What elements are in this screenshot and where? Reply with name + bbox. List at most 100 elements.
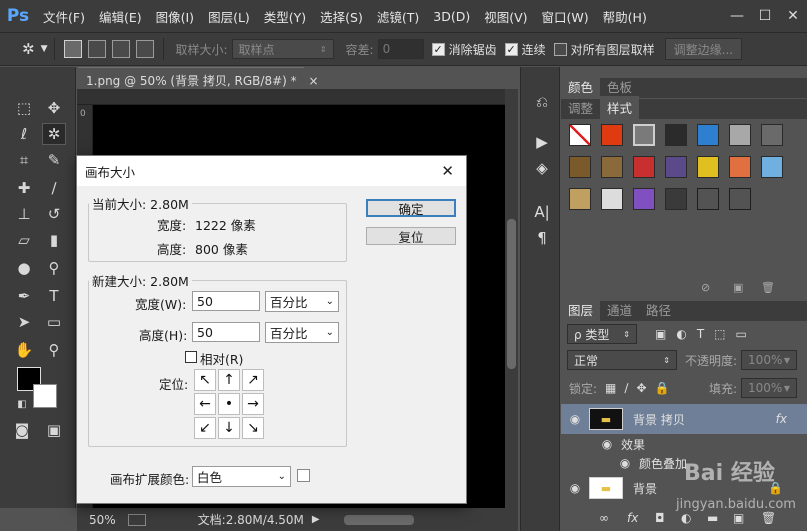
hand-tool-icon[interactable]: ✋: [12, 339, 36, 361]
ok-button[interactable]: 确定: [366, 199, 456, 217]
history-panel-icon[interactable]: ⎌: [531, 91, 553, 113]
lock-transparent-icon[interactable]: ▦: [605, 381, 616, 395]
tab-paths[interactable]: 路径: [639, 298, 678, 321]
opacity-select[interactable]: 100% ▼: [741, 350, 798, 370]
style-swatch[interactable]: [569, 156, 591, 178]
status-arrow-icon[interactable]: ▶: [312, 514, 320, 525]
tab-styles[interactable]: 样式: [600, 96, 640, 119]
type-tool-icon[interactable]: T: [42, 285, 66, 307]
subtract-selection-button[interactable]: [111, 40, 130, 58]
new-adjustment-icon[interactable]: ◐: [681, 511, 691, 525]
anchor-right[interactable]: →: [242, 393, 264, 415]
add-style-icon[interactable]: fx: [627, 511, 638, 525]
document-tab[interactable]: 1.png @ 50% (背景 拷贝, RGB/8#) * ×: [78, 67, 319, 89]
style-swatch[interactable]: [665, 156, 687, 178]
pen-tool-icon[interactable]: ✒: [12, 285, 36, 307]
paragraph-panel-icon[interactable]: ¶: [531, 227, 553, 249]
contiguous-checkbox[interactable]: ✓: [504, 42, 518, 56]
extension-color-swatch[interactable]: [297, 469, 310, 482]
layer-effects-row[interactable]: ◉ 效果: [561, 434, 807, 454]
fill-select[interactable]: 100% ▼: [741, 378, 797, 398]
no-style-icon[interactable]: ⊘: [701, 281, 710, 294]
menu-view[interactable]: 视图(V): [477, 7, 534, 26]
anchor-center[interactable]: •: [218, 393, 240, 415]
antialias-checkbox[interactable]: ✓: [431, 42, 445, 56]
style-swatch[interactable]: [761, 124, 783, 146]
style-swatch[interactable]: [633, 188, 655, 210]
style-swatch[interactable]: [729, 188, 751, 210]
link-layers-icon[interactable]: ∞: [599, 511, 609, 525]
style-swatch[interactable]: [697, 124, 719, 146]
extension-color-select[interactable]: 白色 ⌄: [192, 466, 291, 487]
background-color-swatch[interactable]: [33, 384, 57, 408]
filter-shape-icon[interactable]: ⬚: [714, 327, 725, 341]
3d-panel-icon[interactable]: ◈: [531, 157, 553, 179]
menu-help[interactable]: 帮助(H): [596, 7, 654, 26]
screen-mode-icon[interactable]: ▣: [42, 419, 66, 441]
magic-wand-tool-icon[interactable]: ✲: [42, 123, 66, 145]
marquee-tool-icon[interactable]: ⬚: [12, 97, 36, 119]
close-icon[interactable]: ✕: [441, 162, 454, 180]
style-swatch[interactable]: [697, 156, 719, 178]
sample-size-select[interactable]: 取样点 ⇕: [231, 39, 334, 59]
style-swatch[interactable]: [729, 156, 751, 178]
reset-button[interactable]: 复位: [366, 227, 456, 245]
style-swatch[interactable]: [697, 188, 719, 210]
lock-all-icon[interactable]: 🔒: [655, 381, 670, 395]
style-swatch[interactable]: [601, 124, 623, 146]
style-swatch[interactable]: [633, 156, 655, 178]
history-brush-icon[interactable]: ↺: [42, 203, 66, 225]
menu-edit[interactable]: 编辑(E): [92, 7, 149, 26]
style-swatch[interactable]: [569, 124, 591, 146]
anchor-top-left[interactable]: ↖: [194, 369, 216, 391]
maximize-button[interactable]: ☐: [751, 0, 779, 32]
lock-pixels-icon[interactable]: ∕: [624, 381, 628, 395]
path-selection-icon[interactable]: ➤: [12, 311, 36, 333]
height-input[interactable]: 50: [192, 322, 260, 342]
menu-layer[interactable]: 图层(L): [201, 7, 257, 26]
menu-image[interactable]: 图像(I): [149, 7, 201, 26]
minimize-button[interactable]: —: [723, 0, 751, 32]
width-input[interactable]: 50: [192, 291, 260, 311]
style-swatch[interactable]: [601, 188, 623, 210]
close-button[interactable]: ✕: [779, 0, 807, 32]
tab-color[interactable]: 颜色: [561, 75, 601, 98]
filter-pixel-icon[interactable]: ▣: [655, 327, 666, 341]
style-swatch[interactable]: [569, 188, 591, 210]
dodge-tool-icon[interactable]: ⚲: [42, 257, 66, 279]
blur-tool-icon[interactable]: ●: [12, 257, 36, 279]
lock-position-icon[interactable]: ✥: [636, 381, 646, 395]
rectangle-tool-icon[interactable]: ▭: [42, 311, 66, 333]
add-to-selection-button[interactable]: [87, 40, 106, 58]
tab-channels[interactable]: 通道: [600, 298, 639, 321]
style-swatch[interactable]: [761, 156, 783, 178]
menu-file[interactable]: 文件(F): [36, 7, 92, 26]
anchor-top[interactable]: ↑: [218, 369, 240, 391]
zoom-level[interactable]: 50%: [89, 513, 116, 527]
crop-tool-icon[interactable]: ⌗: [12, 149, 36, 171]
layer-row-background-copy[interactable]: ◉ ▬ 背景 拷贝 fx: [561, 404, 807, 434]
brush-tool-icon[interactable]: ∕: [42, 177, 66, 199]
blend-mode-select[interactable]: 正常 ⇕: [567, 350, 677, 370]
filter-smart-icon[interactable]: ▭: [736, 327, 747, 341]
filter-type-icon[interactable]: T: [697, 327, 704, 341]
new-style-icon[interactable]: ▣: [733, 281, 743, 294]
filter-adjust-icon[interactable]: ◐: [676, 327, 686, 341]
default-colors-icon[interactable]: ◧: [10, 393, 34, 415]
delete-layer-icon[interactable]: 🗑: [761, 511, 776, 525]
tolerance-input[interactable]: 0: [377, 39, 424, 59]
menu-select[interactable]: 选择(S): [313, 7, 370, 26]
zoom-tool-icon[interactable]: ⚲: [42, 339, 66, 361]
style-swatch[interactable]: [729, 124, 751, 146]
new-selection-button[interactable]: [63, 40, 82, 58]
style-swatch[interactable]: [665, 124, 687, 146]
tab-adjustments[interactable]: 调整: [561, 96, 600, 119]
close-tab-icon[interactable]: ×: [308, 74, 318, 88]
menu-3d[interactable]: 3D(D): [426, 9, 477, 24]
clone-stamp-icon[interactable]: ⊥: [12, 203, 36, 225]
add-mask-icon[interactable]: ◘: [655, 511, 665, 525]
delete-style-icon[interactable]: 🗑: [761, 281, 775, 294]
height-unit-select[interactable]: 百分比 ⌄: [265, 322, 339, 343]
anchor-bottom-left[interactable]: ↙: [194, 417, 216, 439]
lasso-tool-icon[interactable]: ℓ: [12, 123, 36, 145]
